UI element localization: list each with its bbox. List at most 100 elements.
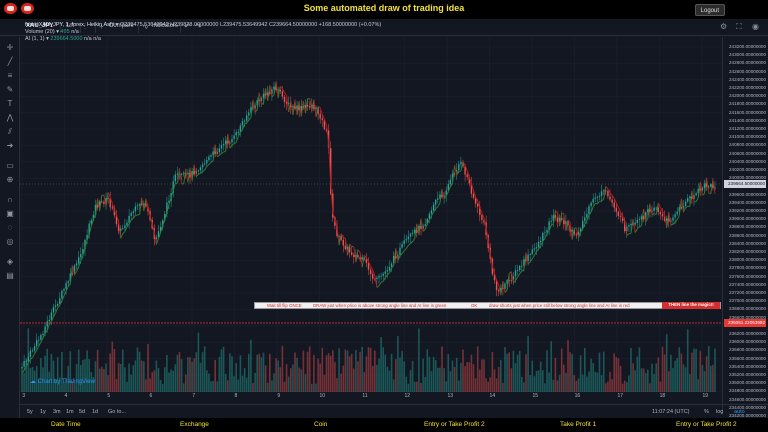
ai-indicator-line — [590, 206, 594, 213]
magnet-icon[interactable]: ∩ — [0, 195, 20, 204]
price-tick: 235400.00000000 — [729, 363, 767, 369]
candlestick-chart[interactable] — [20, 37, 722, 410]
candle-body — [510, 280, 512, 282]
volume-bar — [327, 353, 330, 392]
candle-body — [405, 239, 407, 241]
candle-body — [588, 206, 590, 214]
range-3m[interactable]: 3m — [53, 409, 61, 415]
volume-bar — [304, 374, 307, 392]
candle-body — [502, 288, 504, 289]
volume-bar — [699, 350, 702, 392]
volume-bar — [451, 360, 454, 392]
ai-indicator-line — [387, 272, 390, 276]
crosshair-icon[interactable]: ✛ — [0, 43, 20, 52]
candle-body — [204, 163, 206, 165]
hide-icon[interactable]: ◌ — [0, 223, 20, 232]
volume-bar — [525, 354, 527, 392]
price-tick: 241600.00000000 — [729, 109, 767, 115]
layers-icon[interactable]: ◈ — [0, 257, 20, 266]
ai-indicator-line — [380, 280, 384, 283]
pattern-icon[interactable]: ⋀ — [0, 113, 20, 122]
candle-body — [63, 288, 65, 291]
volume-bar — [466, 361, 468, 392]
settings-icon[interactable]: ⚙ — [720, 22, 727, 31]
trend-line-icon[interactable]: ╱ — [0, 57, 20, 66]
volume-bar — [493, 369, 496, 392]
lock-icon[interactable]: ▣ — [0, 209, 20, 218]
screenshot-icon[interactable]: ◉ — [752, 22, 759, 31]
range-5y[interactable]: 5y — [27, 409, 33, 415]
ruler-icon[interactable]: ▭ — [0, 161, 20, 170]
log-toggle[interactable]: log — [716, 409, 723, 415]
ai-indicator-line — [271, 94, 275, 98]
legend-volume-label[interactable]: Volume (20) — [25, 29, 55, 35]
candle-body — [603, 190, 605, 192]
candle-body — [458, 164, 460, 171]
tradingview-watermark[interactable]: Chart by TradingView — [30, 378, 95, 385]
volume-bar — [369, 347, 372, 392]
footer-exchange: Exchange — [180, 421, 209, 428]
legend-ai-na: n/a — [93, 36, 101, 42]
time-tick: 17 — [617, 393, 624, 399]
goto-button[interactable]: Go to... — [108, 409, 126, 415]
legend-ai-na: n/a — [84, 36, 92, 42]
trash-icon[interactable]: ▤ — [0, 271, 20, 280]
time-axis[interactable]: 3 4 5 6 7 8 9 10 11 12 13 14 15 16 17 18 19 — [20, 391, 722, 401]
annotation-text: OK — [471, 303, 478, 308]
volume-bar — [61, 351, 63, 392]
candle-body — [674, 214, 676, 218]
candle-body — [617, 211, 620, 217]
volume-bar — [678, 347, 681, 392]
candle-body — [367, 262, 370, 270]
candle-body — [111, 207, 113, 209]
fullscreen-icon[interactable]: ⛶ — [736, 22, 742, 32]
candle-body — [36, 339, 38, 347]
volume-bar — [651, 363, 653, 392]
ai-indicator-line — [702, 193, 705, 196]
logout-button[interactable]: Logout — [694, 4, 725, 16]
volume-bar — [437, 367, 439, 392]
price-tick: 238400.00000000 — [729, 240, 767, 246]
volume-bar — [23, 373, 25, 392]
ai-indicator-line — [221, 151, 224, 154]
volume-bar — [371, 365, 374, 392]
range-5d[interactable]: 5d — [79, 409, 85, 415]
volume-bar — [264, 365, 267, 392]
volume-bar — [342, 365, 345, 392]
candle-body — [676, 211, 678, 215]
range-1m[interactable]: 1m — [66, 409, 74, 415]
price-tick: 239400.00000000 — [729, 199, 767, 205]
auto-toggle[interactable]: auto — [734, 409, 745, 415]
arrow-icon[interactable]: ➜ — [0, 141, 20, 150]
prediction-icon[interactable]: ⫽ — [0, 127, 20, 137]
volume-bar — [602, 351, 605, 392]
range-1y[interactable]: 1y — [40, 409, 46, 415]
trade-annotation[interactable]: Wait till flip ONCE DRAW just when price… — [254, 302, 721, 309]
volume-bar — [684, 367, 687, 392]
eye-icon[interactable]: ◎ — [0, 237, 20, 246]
price-axis[interactable]: 243200.00000000 243000.00000000 242800.000… — [722, 37, 768, 432]
legend-symbol[interactable]: forex:XAU_JPY, 1, forex, Heikin Ashi — [25, 22, 114, 28]
volume-bar — [479, 369, 481, 392]
legend-ai-label[interactable]: AI (1, 1) — [25, 36, 45, 42]
chart-pane[interactable] — [20, 37, 722, 410]
text-icon[interactable]: T — [0, 99, 20, 108]
ai-indicator-line — [437, 202, 441, 207]
ai-indicator-line — [685, 205, 689, 209]
candle-body — [365, 259, 368, 263]
brush-icon[interactable]: ✎ — [0, 85, 20, 94]
legend-volume-value: 495 — [60, 29, 70, 35]
range-1d[interactable]: 1d — [92, 409, 98, 415]
time-tick: 5 — [107, 393, 111, 399]
candle-body — [50, 312, 53, 320]
fib-icon[interactable]: ≡ — [0, 71, 20, 80]
candle-body — [201, 164, 204, 168]
price-tick: 237200.00000000 — [729, 290, 767, 295]
ai-indicator-line — [204, 166, 208, 171]
volume-bar — [357, 361, 359, 392]
candle-body — [197, 170, 200, 172]
candle-body — [600, 191, 603, 197]
zoom-icon[interactable]: ⊕ — [0, 175, 20, 184]
percent-toggle[interactable]: % — [704, 409, 709, 415]
candle-body — [124, 225, 126, 228]
